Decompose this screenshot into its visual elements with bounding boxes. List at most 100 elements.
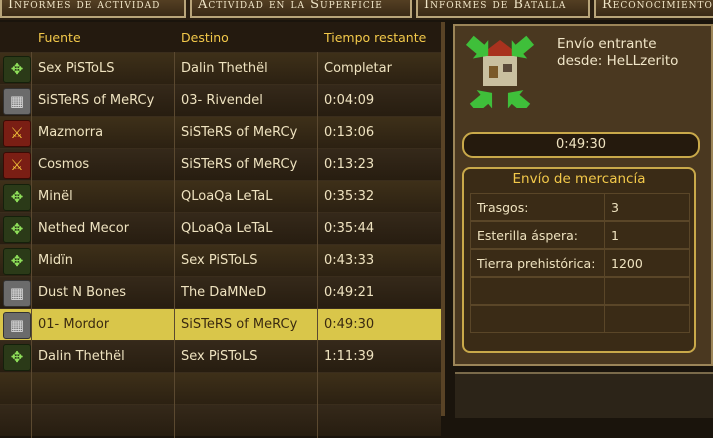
cargo-divider	[604, 278, 605, 304]
cart-icon: ▦	[3, 280, 31, 307]
move-arrows-icon: ✥	[3, 248, 31, 275]
row-icon-cell: ✥	[0, 213, 32, 244]
source-cell: Sex PiSToLS	[38, 61, 115, 76]
header-destino[interactable]: Destino	[181, 27, 229, 51]
table-row[interactable]: ✥ Minël QLoaQa LeTaL 0:35:32	[0, 180, 441, 212]
table-row[interactable]: ✥ Sex PiSToLS Dalin Thethël Completar	[0, 52, 441, 84]
move-arrows-icon: ✥	[3, 344, 31, 371]
cargo-row	[470, 305, 690, 333]
source-cell: 01- Mordor	[38, 317, 110, 332]
table-header: Fuente Destino Tiempo restante	[0, 27, 441, 51]
attack-icon: ⚔	[3, 152, 31, 179]
cargo-box: Envío de mercancía Trasgos: 3 Esterilla ás…	[462, 167, 696, 353]
cargo-row: Tierra prehistórica: 1200	[470, 249, 690, 277]
row-icon-cell: ▦	[0, 309, 32, 340]
destination-cell: Sex PiSToLS	[181, 349, 258, 364]
cargo-item-quantity: 1200	[611, 256, 643, 271]
cargo-item-name: Esterilla áspera:	[477, 228, 579, 243]
source-cell: Minël	[38, 189, 73, 204]
row-icon-cell: ⚔	[0, 117, 32, 148]
source-cell: Nethed Mecor	[38, 221, 130, 236]
row-icon-cell: ▦	[0, 277, 32, 308]
time-cell: Completar	[324, 61, 392, 76]
cargo-row	[470, 277, 690, 305]
source-cell: Midïn	[38, 253, 73, 268]
shipment-timer: 0:49:30	[462, 132, 700, 158]
table-row[interactable]: ⚔ Cosmos SiSTeRS of MeRCy 0:13:23	[0, 148, 441, 180]
cart-icon: ▦	[3, 312, 31, 339]
header-fuente[interactable]: Fuente	[38, 27, 81, 51]
move-arrows-icon: ✥	[3, 184, 31, 211]
move-arrows-icon: ✥	[3, 56, 31, 83]
cargo-title: Envío de mercancía	[512, 171, 646, 187]
source-cell: Mazmorra	[38, 125, 104, 140]
table-row[interactable]: ⚔ Mazmorra SiSTeRS of MeRCy 0:13:06	[0, 116, 441, 148]
attack-icon: ⚔	[3, 120, 31, 147]
table-row[interactable]: ▦ Dust N Bones The DaMNeD 0:49:21	[0, 276, 441, 308]
destination-cell: QLoaQa LeTaL	[181, 189, 273, 204]
time-cell: 0:35:44	[324, 221, 375, 236]
column-divider	[31, 52, 32, 438]
table-row[interactable]: ✥ Midïn Sex PiSToLS 0:43:33	[0, 244, 441, 276]
cargo-divider	[604, 194, 605, 220]
row-icon-cell: ✥	[0, 53, 32, 84]
cart-icon: ▦	[3, 88, 31, 115]
table-row[interactable]: ▦ SiSTeRS of MeRCy 03- Rivendel 0:04:09	[0, 84, 441, 116]
time-cell: 0:43:33	[324, 253, 375, 268]
cargo-divider	[604, 250, 605, 276]
table-row[interactable]: ✥ Nethed Mecor QLoaQa LeTaL 0:35:44	[0, 212, 441, 244]
cargo-divider	[604, 222, 605, 248]
activity-table: Fuente Destino Tiempo restante ✥ Sex PiST…	[0, 22, 445, 438]
header-tiempo[interactable]: Tiempo restante	[324, 27, 426, 51]
table-row-empty	[0, 372, 441, 404]
source-cell: Dalin Thethël	[38, 349, 125, 364]
row-icon-cell: ✥	[0, 341, 32, 372]
cargo-row: Esterilla áspera: 1	[470, 221, 690, 249]
destination-cell: SiSTeRS of MeRCy	[181, 125, 298, 140]
table-row[interactable]: ▦ 01- Mordor SiSTeRS of MeRCy 0:49:30	[0, 308, 441, 340]
shipment-heading-line1: Envío entrante	[557, 36, 657, 52]
destination-cell: Dalin Thethël	[181, 61, 268, 76]
destination-cell: SiSTeRS of MeRCy	[181, 157, 298, 172]
source-cell: Dust N Bones	[38, 285, 126, 300]
source-cell: Cosmos	[38, 157, 90, 172]
table-row-empty	[0, 404, 441, 436]
time-cell: 0:13:06	[324, 125, 375, 140]
table-scrollbar[interactable]	[441, 22, 445, 416]
time-cell: 0:13:23	[324, 157, 375, 172]
destination-cell: The DaMNeD	[181, 285, 267, 300]
cargo-item-quantity: 1	[611, 228, 619, 243]
source-cell: SiSTeRS of MeRCy	[38, 93, 155, 108]
destination-cell: 03- Rivendel	[181, 93, 263, 108]
shipment-heading: Envío entrante desde: HeLLzerito	[557, 36, 707, 70]
row-icon-cell: ✥	[0, 245, 32, 276]
table-row[interactable]: ✥ Dalin Thethël Sex PiSToLS 1:11:39	[0, 340, 441, 372]
time-cell: 0:49:30	[324, 317, 375, 332]
time-cell: 1:11:39	[324, 349, 375, 364]
tab-informes-batalla[interactable]: Informes de Batalla	[416, 0, 590, 18]
cargo-item-name: Tierra prehistórica:	[477, 256, 596, 271]
tab-informes-actividad[interactable]: Informes de actividad	[0, 0, 186, 18]
row-icon-cell: ✥	[0, 181, 32, 212]
shipment-detail-panel: Envío entrante desde: HeLLzerito 0:49:30…	[453, 24, 713, 366]
tab-actividad-superficie[interactable]: Actividad en la Superficie	[190, 0, 412, 18]
move-arrows-icon: ✥	[3, 216, 31, 243]
time-cell: 0:04:09	[324, 93, 375, 108]
destination-cell: QLoaQa LeTaL	[181, 221, 273, 236]
cargo-item-name: Trasgos:	[477, 200, 529, 215]
cargo-divider	[604, 306, 605, 332]
row-icon-cell: ⚔	[0, 149, 32, 180]
time-cell: 0:49:21	[324, 285, 375, 300]
shipment-heading-line2: desde: HeLLzerito	[557, 53, 679, 69]
report-tabs: Informes de actividad Actividad en la Su…	[0, 0, 713, 20]
destination-cell: SiSTeRS of MeRCy	[181, 317, 298, 332]
column-divider	[317, 52, 318, 438]
column-divider	[174, 52, 175, 438]
cargo-row: Trasgos: 3	[470, 193, 690, 221]
incoming-shipment-icon	[465, 35, 535, 108]
cargo-item-quantity: 3	[611, 200, 619, 215]
destination-cell: Sex PiSToLS	[181, 253, 258, 268]
row-icon-cell: ▦	[0, 85, 32, 116]
tab-reconocimientos[interactable]: Reconocimientos	[594, 0, 713, 18]
panel-footer	[455, 372, 713, 418]
